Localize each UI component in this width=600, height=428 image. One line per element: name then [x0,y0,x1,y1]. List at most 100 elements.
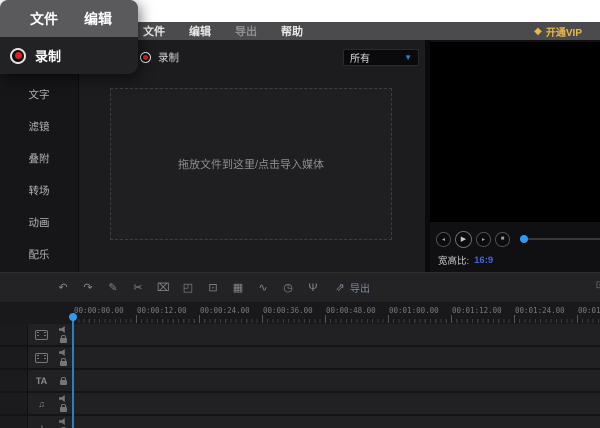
app-window: 文件 编辑 导出 帮助 ◆ 开通VIP 文字 滤镜 叠附 转场 动画 配乐 录制 所有 ▼ [0,22,600,428]
pip-icon[interactable]: ⊡ [207,281,219,294]
record-icon [140,51,151,63]
menu-item-编辑[interactable]: 编辑 [189,23,211,39]
callout-menu-bar: 文件 编辑 [0,0,138,37]
delete-icon[interactable]: ⌧ [157,281,170,294]
split-icon[interactable]: ✂ [132,281,144,294]
fit-timeline-icon[interactable]: ⊡ [596,280,600,291]
ruler-ticks [73,315,600,323]
lock-toggle-icon[interactable] [59,358,67,366]
playhead-handle[interactable] [69,313,77,321]
track-spacer [0,370,28,391]
sidebar-item-转场[interactable]: 转场 [29,186,50,197]
callout-menu-item-编辑[interactable]: 编辑 [84,9,112,29]
video-preview [430,42,600,222]
transport-controls: ◂ ▶ ▸ ■ [430,230,600,248]
ruler-timecode: 00:01:12.00 [452,306,502,315]
ruler-timecode: 00:00:48.00 [326,306,376,315]
pip-track[interactable] [0,347,600,370]
aspect-ratio-row: 宽高比: 16:9 [430,253,600,268]
text-track-content [71,370,600,391]
workspace: 文字滤镜叠附转场动画配乐 录制 所有 ▼ 拖放文件到这里/点击导入媒体 [0,40,600,272]
pip-track-type-icon [28,352,55,363]
pip-track-content [71,347,600,368]
mute-toggle-icon[interactable] [59,395,65,402]
menu-item-导出: 导出 [235,26,257,38]
timeline-ruler[interactable]: 00:00:00.00 00:00:12.00 00:00:24.00 00:00:3… [0,302,600,324]
menu-item-帮助[interactable]: 帮助 [281,23,303,39]
dropzone-text: 拖放文件到这里/点击导入媒体 [177,159,325,171]
voiceover-track[interactable]: ♪ [0,416,600,428]
video-track-type-icon [28,329,55,340]
redo-icon[interactable]: ↷ [82,281,94,294]
ruler-timecode: 00:00:36.00 [263,306,313,315]
callout-record-label: 录制 [35,49,62,64]
preview-panel: ◂ ▶ ▸ ■ 宽高比: 16:9 [430,40,600,272]
step-back-button[interactable]: ◂ [436,231,451,247]
sidebar-item-滤镜[interactable]: 滤镜 [29,122,50,133]
seek-bar[interactable] [520,235,600,243]
video-track[interactable] [0,324,600,347]
aspect-ratio-value[interactable]: 16:9 [474,255,493,266]
media-filter-dropdown[interactable]: 所有 ▼ [343,48,419,66]
crop-icon[interactable]: ◰ [182,281,194,294]
ruler-timecode: 00:01:00.00 [389,306,439,315]
music-track[interactable]: ♫ [0,393,600,416]
menu-item-文件[interactable]: 文件 [143,23,165,39]
track-type-glyph: ♪ [39,421,44,428]
audio-wave-icon[interactable]: ∿ [257,281,269,294]
sidebar: 文字滤镜叠附转场动画配乐 [0,40,79,272]
undo-icon[interactable]: ↶ [57,281,69,294]
vip-label: 开通VIP [545,27,582,39]
sidebar-item-叠附[interactable]: 叠附 [29,154,50,165]
seek-handle[interactable] [520,235,528,243]
voiceover-track-flags [55,418,71,428]
sidebar-item-动画[interactable]: 动画 [29,218,50,229]
import-media-dropzone[interactable]: 拖放文件到这里/点击导入媒体 [110,88,392,240]
ruler-timecode: 00:01:24.00 [515,306,565,315]
film-strip-icon [35,329,48,340]
video-track-content [71,324,600,345]
music-track-content [71,393,600,414]
mute-toggle-icon[interactable] [59,418,65,425]
music-track-flags [55,395,71,412]
edit-icon[interactable]: ✎ [107,281,119,294]
timeline-toolbar: ↶ ↷ ✎ ✂ ⌧ ◰ ⊡ ▦ ∿ ◷ Ψ ⇗ 导出 ⊡ [0,272,600,302]
track-spacer [0,416,28,428]
export-button[interactable]: ⇗ 导出 [334,280,370,295]
video-track-flags [55,326,71,343]
playhead-line[interactable] [72,316,74,428]
lock-toggle-icon[interactable] [59,376,67,385]
pip-track-flags [55,349,71,366]
export-icon: ⇗ [335,282,345,294]
play-button[interactable]: ▶ [455,230,472,248]
aspect-ratio-label: 宽高比: [438,256,470,267]
ruler-timecode: 00:01:36.00 [578,306,600,315]
mute-toggle-icon[interactable] [59,349,65,356]
track-spacer [0,393,28,414]
step-forward-button[interactable]: ▸ [476,231,491,247]
sidebar-item-文字[interactable]: 文字 [29,90,50,101]
record-label: 录制 [158,51,179,64]
film-strip-icon [35,352,48,363]
stop-button[interactable]: ■ [495,231,510,247]
callout-menu-item-文件[interactable]: 文件 [30,9,58,29]
lock-toggle-icon[interactable] [59,335,67,343]
screenshot-stage: 文件 编辑 导出 帮助 ◆ 开通VIP 文字 滤镜 叠附 转场 动画 配乐 录制 所有 ▼ [0,0,600,428]
open-vip-button[interactable]: ◆ 开通VIP [534,24,582,39]
track-spacer [0,324,28,345]
export-label: 导出 [350,284,370,295]
text-track-flags [55,376,71,385]
callout-record-item[interactable]: 录制 [0,37,138,74]
voiceover-track-type-icon: ♪ [28,422,55,428]
ruler-timecode: 00:00:00.00 [74,306,124,315]
track-type-glyph: TA [35,375,48,386]
mosaic-icon[interactable]: ▦ [232,281,244,294]
text-track[interactable]: TA [0,370,600,393]
duration-icon[interactable]: ◷ [282,281,294,294]
lock-toggle-icon[interactable] [59,404,67,412]
sidebar-item-配乐[interactable]: 配乐 [29,250,50,261]
mute-toggle-icon[interactable] [59,326,65,333]
record-button[interactable]: 录制 [140,50,179,65]
voiceover-mic-icon[interactable]: Ψ [307,282,319,294]
media-panel: 录制 所有 ▼ 拖放文件到这里/点击导入媒体 [79,40,425,272]
